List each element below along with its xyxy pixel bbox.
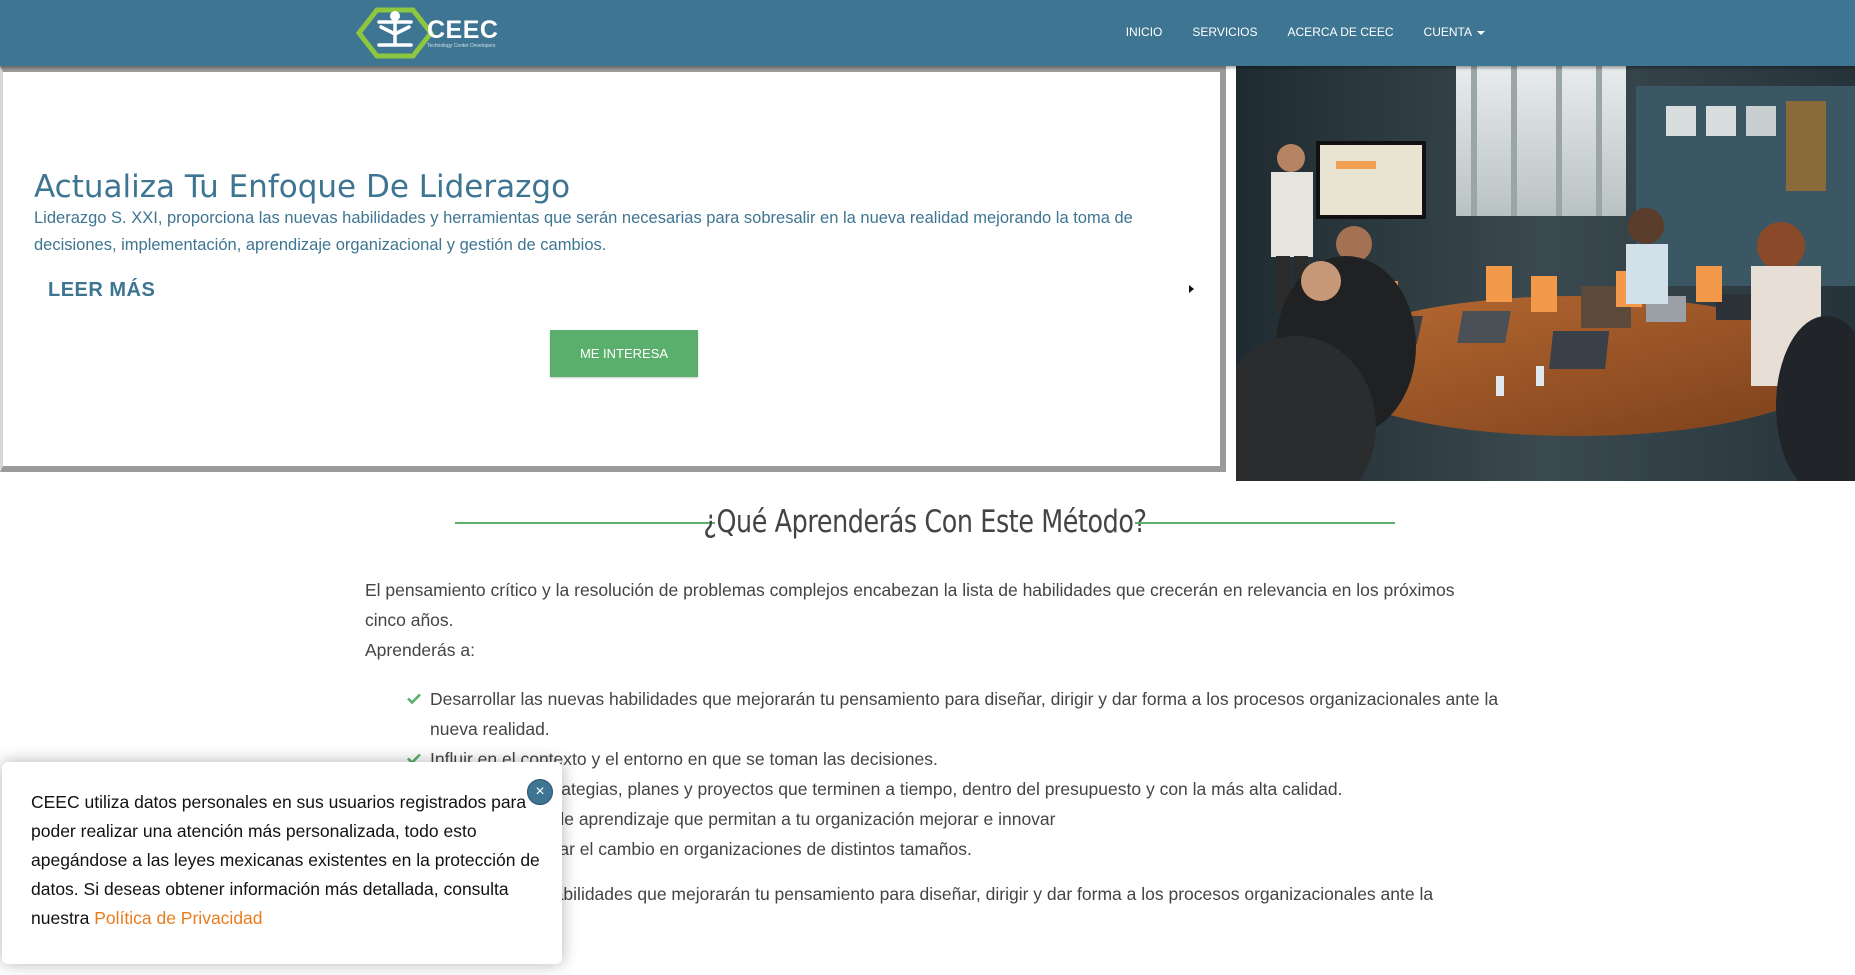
- close-icon[interactable]: ×: [527, 779, 553, 805]
- top-navbar: CEEC Technology Center Developers INICIO…: [0, 0, 1855, 66]
- list-item: Crear procesos de aprendizaje que permit…: [405, 804, 1505, 834]
- ceec-logo[interactable]: CEEC Technology Center Developers: [355, 6, 515, 60]
- learn-label: Aprenderás a:: [365, 640, 475, 660]
- logo-subtitle: Technology Center Developers: [427, 43, 496, 49]
- logo-name: CEEC: [427, 16, 499, 44]
- list-item: Desarrollar las nuevas habilidades que m…: [405, 684, 1505, 744]
- hero-title: Actualiza Tu Enfoque De Liderazgo: [34, 169, 571, 205]
- list-item-text: Desarrollar las nuevas habilidades que m…: [430, 689, 1499, 739]
- learning-list: Desarrollar las nuevas habilidades que m…: [405, 684, 1505, 864]
- list-item: Liderar y gestionar el cambio en organiz…: [405, 834, 1505, 864]
- hero-description: Liderazgo S. XXI, proporciona las nuevas…: [34, 209, 1133, 254]
- privacy-policy-link[interactable]: Política de Privacidad: [94, 908, 262, 928]
- list-item-text: Implementar estrategias, planes y proyec…: [430, 779, 1343, 799]
- hero-image: [1236, 66, 1855, 481]
- hero-card: Actualiza Tu Enfoque De Liderazgo Lidera…: [0, 66, 1226, 472]
- ceec-logo-icon: [355, 7, 435, 59]
- nav-link-cuenta[interactable]: CUENTA: [1424, 25, 1485, 39]
- nav-link-servicios[interactable]: SERVICIOS: [1192, 25, 1257, 39]
- nav-link-cuenta-label: CUENTA: [1423, 25, 1472, 39]
- title-divider-right: [1135, 522, 1395, 524]
- nav-link-acerca[interactable]: ACERCA DE CEEC: [1288, 25, 1394, 39]
- arrow-right-icon[interactable]: [1189, 285, 1194, 293]
- nav-menu: INICIO SERVICIOS ACERCA DE CEEC CUENTA: [1096, 0, 1485, 64]
- intro-text: El pensamiento crítico y la resolución d…: [365, 580, 1455, 630]
- section-header: ¿Qué Aprenderás Con Este Método?: [455, 502, 1395, 544]
- privacy-notice-popup: CEEC utiliza datos personales en sus usu…: [2, 762, 562, 964]
- read-more-link[interactable]: LEER MÁS: [48, 279, 155, 302]
- nav-link-inicio[interactable]: INICIO: [1126, 25, 1163, 39]
- section-intro: El pensamiento crítico y la resolución d…: [365, 575, 1455, 665]
- check-icon: [407, 753, 421, 764]
- caret-down-icon: [1477, 30, 1485, 35]
- privacy-notice-text: CEEC utiliza datos personales en sus usu…: [31, 788, 541, 933]
- interest-button[interactable]: ME INTERESA: [550, 330, 698, 377]
- meeting-room-photo: [1236, 66, 1855, 481]
- list-item: Influir en el contexto y el entorno en q…: [405, 744, 1505, 774]
- check-icon: [407, 693, 421, 704]
- list-item: Implementar estrategias, planes y proyec…: [405, 774, 1505, 804]
